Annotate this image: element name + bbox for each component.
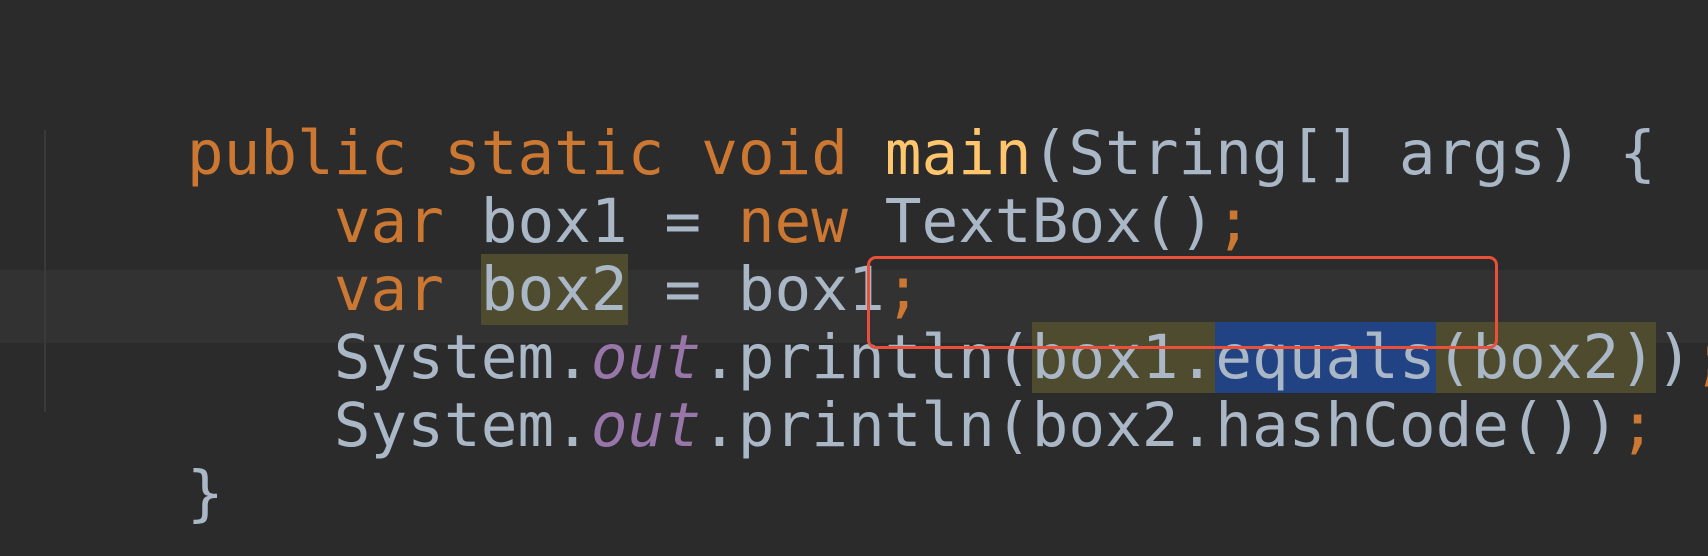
semicolon-token[interactable]: ;: [1619, 390, 1656, 461]
code-line-2[interactable]: var box1 = new TextBox();: [40, 114, 1252, 257]
code-line-6[interactable]: }: [40, 386, 224, 529]
code-line-1[interactable]: public static void main(String[] args) {: [40, 46, 1656, 189]
code-token[interactable]: .println(box2.hashCode()): [701, 390, 1619, 461]
code-line-3[interactable]: var box2 = box1;: [40, 182, 921, 325]
semicolon-token[interactable]: ;: [1693, 322, 1708, 393]
code-editor[interactable]: public static void main(String[] args) {…: [0, 0, 1708, 556]
code-token[interactable]: ): [1656, 322, 1693, 393]
code-line-5[interactable]: System.out.println(box2.hashCode());: [40, 318, 1656, 461]
code-token[interactable]: System.: [187, 390, 591, 461]
code-line-4[interactable]: System.out.println(box1.equals(box2));: [40, 250, 1708, 393]
semicolon-token[interactable]: ;: [1215, 186, 1252, 257]
static-field-token[interactable]: out: [591, 390, 701, 461]
closing-brace-token[interactable]: }: [187, 458, 224, 529]
